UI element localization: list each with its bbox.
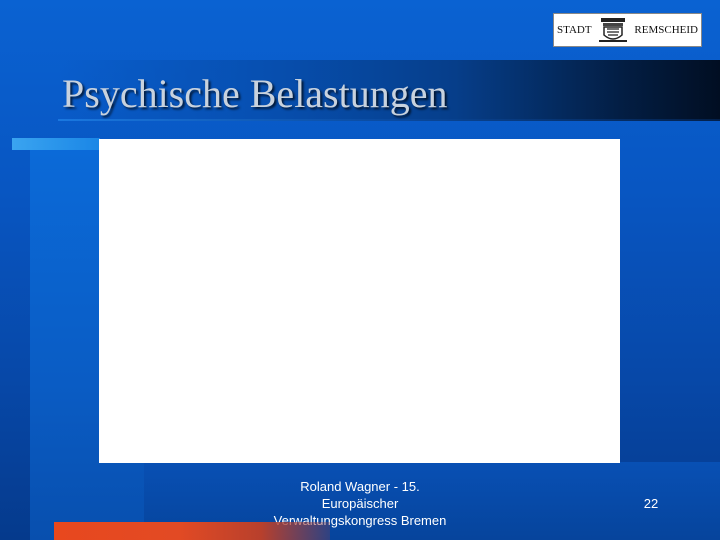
bottom-accent-bar [54,522,330,540]
accent-bar [12,138,100,150]
content-placeholder [99,139,620,463]
logo-left-text: STADT [557,24,592,36]
footer-line-2: Europäischer [321,496,399,511]
coat-of-arms-icon [599,18,627,42]
page-number: 22 [643,496,659,511]
logo-right-text: REMSCHEID [634,24,698,36]
footer-line-1: Roland Wagner - 15. [300,479,420,494]
slide-title: Psychische Belastungen [62,71,448,116]
title-underline [58,119,720,121]
stadt-remscheid-logo: STADT REMSCHEID [553,13,702,47]
